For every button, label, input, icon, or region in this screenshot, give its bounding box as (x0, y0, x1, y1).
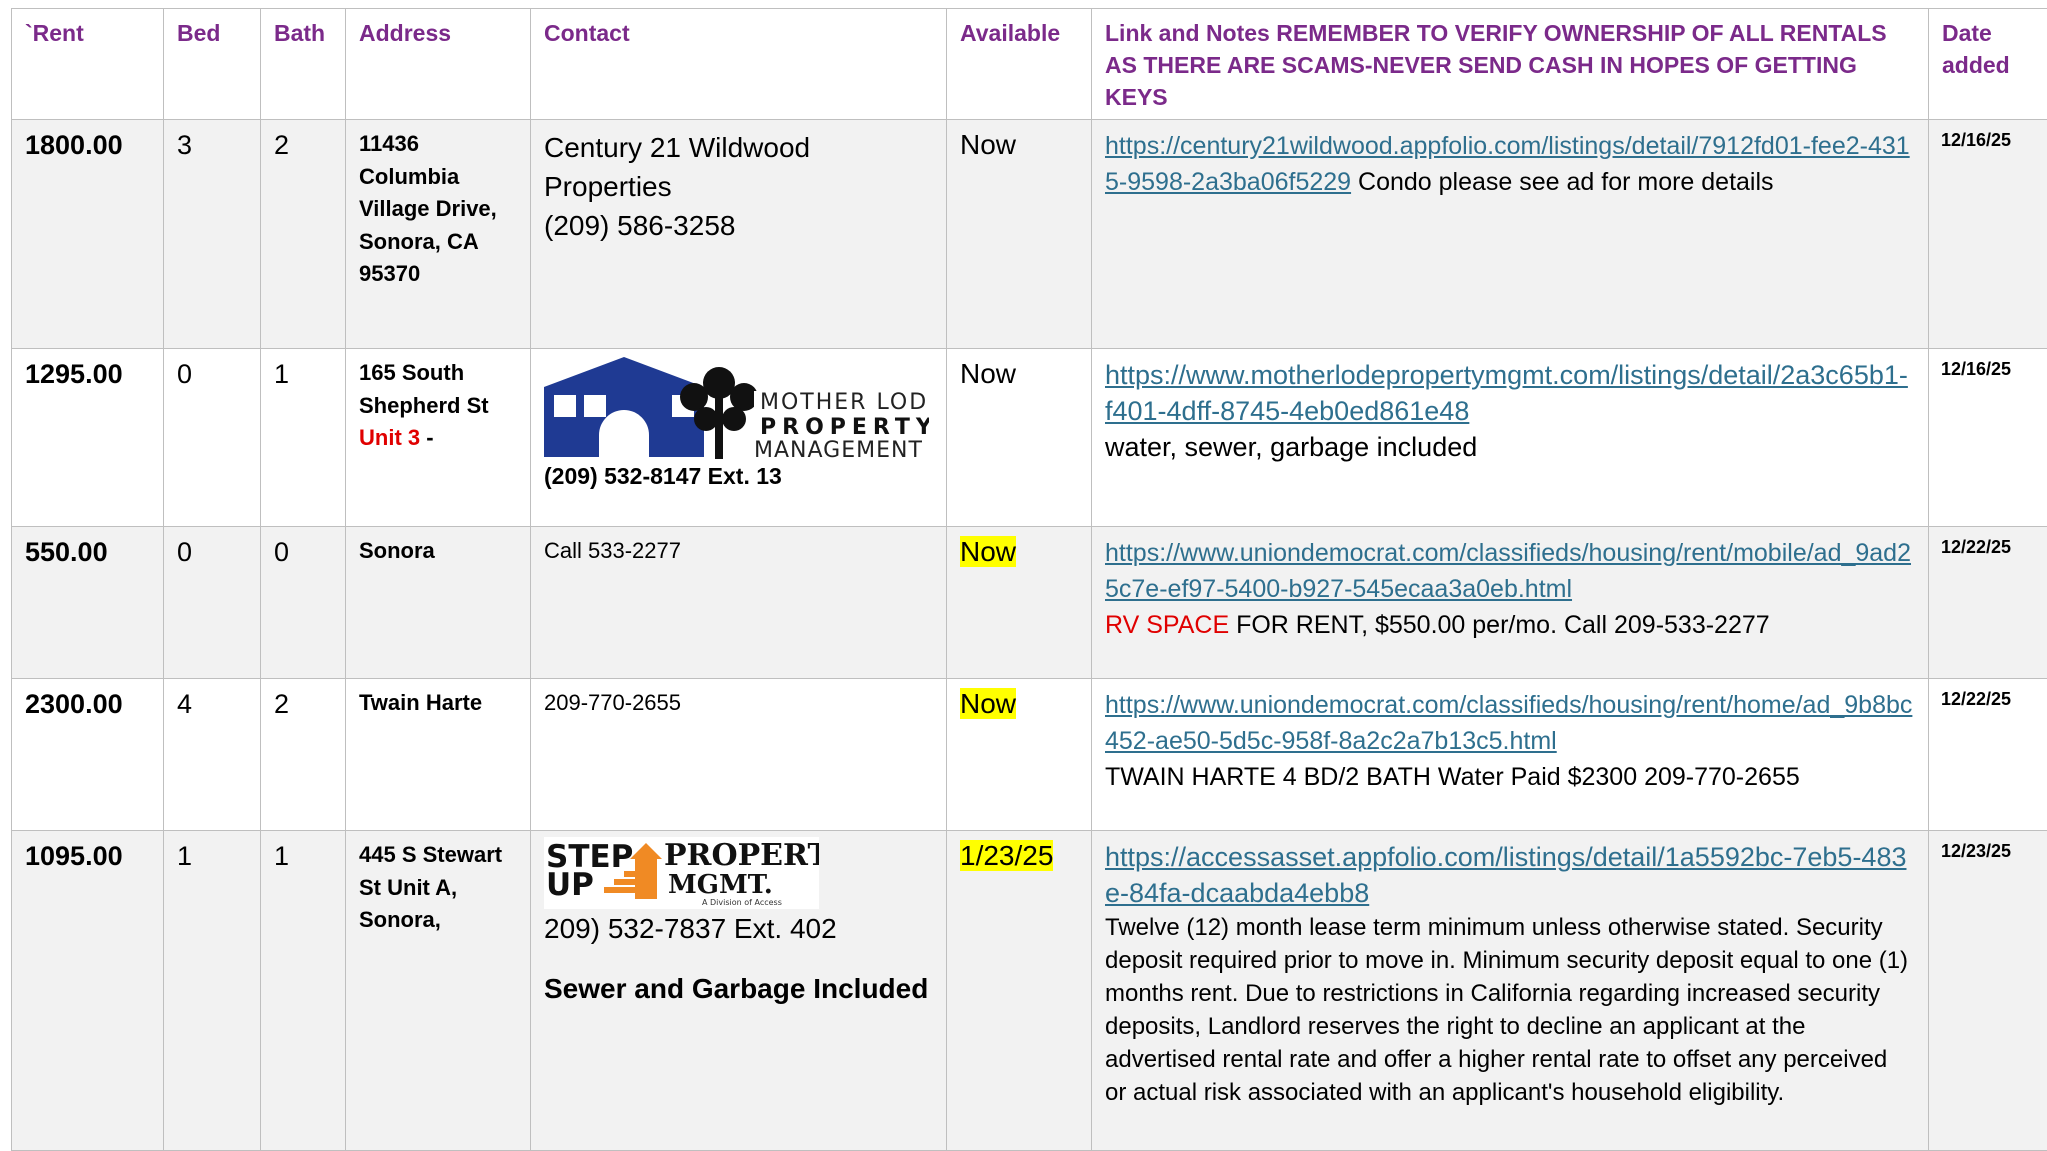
note-text: TWAIN HARTE 4 BD/2 BATH Water Paid $2300… (1105, 763, 1800, 791)
header-date: Date added (1929, 9, 2047, 120)
header-bath: Bath (261, 9, 346, 120)
logo-line1: MOTHER LODE (760, 390, 929, 415)
address-street: 165 South Shepherd St (359, 360, 489, 418)
header-available: Available (947, 9, 1092, 120)
rent-cell: 2300.00 (12, 679, 164, 831)
note-text: Twelve (12) month lease term minimum unl… (1105, 911, 1915, 1109)
date-cell: 12/23/25 (1929, 831, 2047, 1151)
date-cell: 12/22/25 (1929, 679, 2047, 831)
note-text: water, sewer, garbage included (1105, 432, 1477, 462)
table-row: 1295.00 0 1 165 South Shepherd St Unit 3… (12, 349, 2047, 527)
logo-line5: A Division of Access (702, 898, 782, 907)
table-row: 1095.00 1 1 445 S Stewart St Unit A, Son… (12, 831, 2047, 1151)
listing-link[interactable]: https://accessasset.appfolio.com/listing… (1105, 842, 1906, 908)
logo-line3: MANAGEMENT (754, 438, 923, 461)
rent-cell: 1095.00 (12, 831, 164, 1151)
notes-cell: https://www.uniondemocrat.com/classified… (1092, 679, 1929, 831)
contact-cell: Call 533-2277 (531, 527, 947, 679)
logo-line2: PROPERTY (760, 415, 929, 440)
address-cell: Twain Harte (346, 679, 531, 831)
bath-cell: 1 (261, 349, 346, 527)
available-cell: Now (947, 120, 1092, 349)
available-cell: Now (947, 679, 1092, 831)
bed-cell: 0 (164, 349, 261, 527)
contact-phone: (209) 586-3258 (544, 206, 933, 245)
logo-line4: MGMT. (668, 870, 773, 900)
contact-cell: MOTHER LODE PROPERTY MANAGEMENT (209) 53… (531, 349, 947, 527)
logo-line2: UP (546, 867, 594, 903)
bed-cell: 1 (164, 831, 261, 1151)
listing-link[interactable]: https://www.uniondemocrat.com/classified… (1105, 539, 1911, 603)
contact-cell: Century 21 Wildwood Properties (209) 586… (531, 120, 947, 349)
available-value: Now (960, 358, 1016, 389)
listing-link[interactable]: https://www.motherlodepropertymgmt.com/l… (1105, 360, 1908, 426)
table-row: 1800.00 3 2 11436 Columbia Village Drive… (12, 120, 2047, 349)
note-text: Condo please see ad for more details (1351, 168, 1773, 196)
date-cell: 12/16/25 (1929, 120, 2047, 349)
bed-cell: 0 (164, 527, 261, 679)
available-value: Now (960, 536, 1016, 567)
logo-line3: PROPERTY (664, 838, 819, 873)
header-contact: Contact (531, 9, 947, 120)
contact-extra: Sewer and Garbage Included (544, 969, 933, 1008)
contact-cell: 209-770-2655 (531, 679, 947, 831)
address-cell: 165 South Shepherd St Unit 3 - (346, 349, 531, 527)
table-row: 550.00 0 0 Sonora Call 533-2277 Now http… (12, 527, 2047, 679)
step-up-logo: STEP UP PROPERTY MGMT. A Division of Acc… (544, 837, 819, 909)
bed-cell: 4 (164, 679, 261, 831)
header-address: Address (346, 9, 531, 120)
header-notes: Link and Notes REMEMBER TO VERIFY OWNERS… (1092, 9, 1929, 120)
address-cell: 11436 Columbia Village Drive, Sonora, CA… (346, 120, 531, 349)
contact-phone: (209) 532-8147 Ext. 13 (544, 461, 933, 491)
date-cell: 12/22/25 (1929, 527, 2047, 679)
contact-cell: STEP UP PROPERTY MGMT. A Division of Acc… (531, 831, 947, 1151)
rent-cell: 1295.00 (12, 349, 164, 527)
note-text: FOR RENT, $550.00 per/mo. Call 209-533-2… (1229, 611, 1770, 639)
rent-cell: 550.00 (12, 527, 164, 679)
header-rent: `Rent (12, 9, 164, 120)
available-value: Now (960, 688, 1016, 719)
listing-link[interactable]: https://www.uniondemocrat.com/classified… (1105, 691, 1912, 755)
table-row: 2300.00 4 2 Twain Harte 209-770-2655 Now… (12, 679, 2047, 831)
note-highlight: RV SPACE (1105, 611, 1229, 639)
date-cell: 12/16/25 (1929, 349, 2047, 527)
available-value: 1/23/25 (960, 840, 1053, 871)
bed-cell: 3 (164, 120, 261, 349)
header-bed: Bed (164, 9, 261, 120)
header-row: `Rent Bed Bath Address Contact Available… (12, 9, 2047, 120)
bath-cell: 2 (261, 120, 346, 349)
rentals-table: `Rent Bed Bath Address Contact Available… (11, 8, 2047, 1151)
notes-cell: https://accessasset.appfolio.com/listing… (1092, 831, 1929, 1151)
contact-name: Century 21 Wildwood Properties (544, 128, 933, 206)
notes-cell: https://www.motherlodepropertymgmt.com/l… (1092, 349, 1929, 527)
bath-cell: 1 (261, 831, 346, 1151)
available-cell: Now (947, 349, 1092, 527)
address-cell: Sonora (346, 527, 531, 679)
notes-cell: https://century21wildwood.appfolio.com/l… (1092, 120, 1929, 349)
address-unit: Unit 3 (359, 425, 420, 450)
notes-cell: https://www.uniondemocrat.com/classified… (1092, 527, 1929, 679)
bath-cell: 2 (261, 679, 346, 831)
available-cell: Now (947, 527, 1092, 679)
rent-cell: 1800.00 (12, 120, 164, 349)
contact-phone: 209) 532-7837 Ext. 402 (544, 909, 933, 948)
bath-cell: 0 (261, 527, 346, 679)
address-cell: 445 S Stewart St Unit A, Sonora, (346, 831, 531, 1151)
available-cell: 1/23/25 (947, 831, 1092, 1151)
mother-lode-logo: MOTHER LODE PROPERTY MANAGEMENT (544, 357, 929, 461)
available-value: Now (960, 129, 1016, 160)
address-suffix: - (420, 425, 433, 450)
